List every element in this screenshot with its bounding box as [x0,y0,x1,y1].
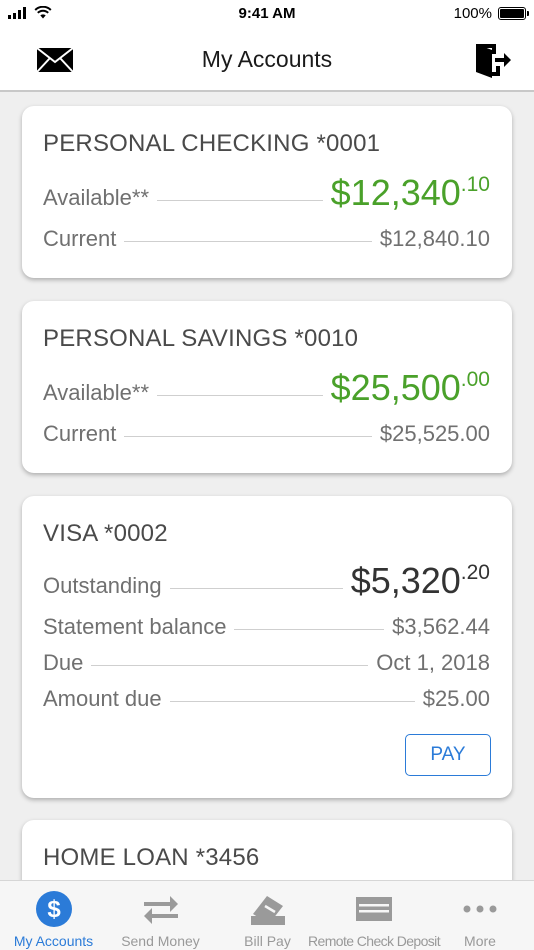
available-amount: $25,500.00 [330,367,490,408]
account-name: HOME LOAN [43,844,189,871]
outstanding-label: Outstanding [43,573,162,598]
account-card-visa[interactable]: VISA *0002 Outstanding $5,320.20 Stateme… [22,496,512,798]
account-card-checking[interactable]: PERSONAL CHECKING *0001 Available** $12,… [22,106,512,278]
status-bar: 9:41 AM 100% [0,0,534,28]
current-row: Current $12,840.10 [43,226,490,252]
pay-button[interactable]: PAY [405,734,491,776]
account-title: PERSONAL SAVINGS *0010 [43,325,358,353]
statement-balance-value: $3,562.44 [392,614,490,639]
account-title: HOME LOAN *3456 [43,844,259,872]
available-row: Available** $12,340.10 [43,172,490,214]
available-row: Available** $25,500.00 [43,367,490,409]
logout-button[interactable] [474,42,512,78]
check-deposit-icon [356,897,392,921]
amount-due-row: Amount due $25.00 [43,686,490,712]
current-label: Current [43,421,117,446]
account-title: VISA *0002 [43,520,168,548]
tab-label: More [464,933,496,949]
transfer-arrows-icon [143,896,178,924]
tab-label: Bill Pay [244,933,291,949]
tab-bar: $ My Accounts Send Money Bill Pay Remote… [0,880,534,950]
due-label: Due [43,650,84,675]
battery-icon [498,7,529,20]
account-card-savings[interactable]: PERSONAL SAVINGS *0010 Available** $25,5… [22,301,512,473]
statement-balance-row: Statement balance $3,562.44 [43,614,490,640]
app-header: My Accounts [0,28,534,92]
outstanding-amount: $5,320.20 [350,560,490,601]
amount-due-label: Amount due [43,686,162,711]
available-amount: $12,340.10 [330,172,490,213]
account-number: *3456 [195,844,260,871]
statement-balance-label: Statement balance [43,614,227,639]
account-number: *0010 [294,325,359,352]
more-dots-icon [463,905,497,913]
account-number: *0002 [104,520,168,547]
dollar-icon: $ [35,891,72,927]
current-row: Current $25,525.00 [43,421,490,447]
account-name: PERSONAL SAVINGS [43,325,288,352]
available-label: Available** [43,185,150,210]
bill-pay-icon [250,896,285,925]
account-number: *0001 [316,130,381,157]
outstanding-row: Outstanding $5,320.20 [43,560,490,602]
tab-send-money[interactable]: Send Money [107,881,214,950]
account-name: PERSONAL CHECKING [43,130,310,157]
tab-more[interactable]: More [438,881,522,950]
svg-text:$: $ [47,896,61,923]
account-title: PERSONAL CHECKING *0001 [43,130,380,158]
tab-label: Send Money [121,933,200,949]
current-value: $25,525.00 [379,421,490,446]
account-name: VISA [43,520,98,547]
logout-icon [476,44,511,78]
status-right: 100% [453,5,529,22]
tab-label: Remote Check Deposit [308,933,441,949]
page-title: My Accounts [201,46,333,72]
tab-bill-pay[interactable]: Bill Pay [214,881,321,950]
tab-remote-check-deposit[interactable]: Remote Check Deposit [308,881,441,950]
tab-label: My Accounts [13,933,94,949]
due-row: Due Oct 1, 2018 [43,650,490,676]
tab-my-accounts[interactable]: $ My Accounts [0,881,107,950]
amount-due-value: $25.00 [422,686,490,711]
battery-percent: 100% [453,5,492,22]
due-value: Oct 1, 2018 [376,650,490,675]
available-label: Available** [43,380,150,405]
current-label: Current [43,226,117,251]
current-value: $12,840.10 [379,226,490,251]
